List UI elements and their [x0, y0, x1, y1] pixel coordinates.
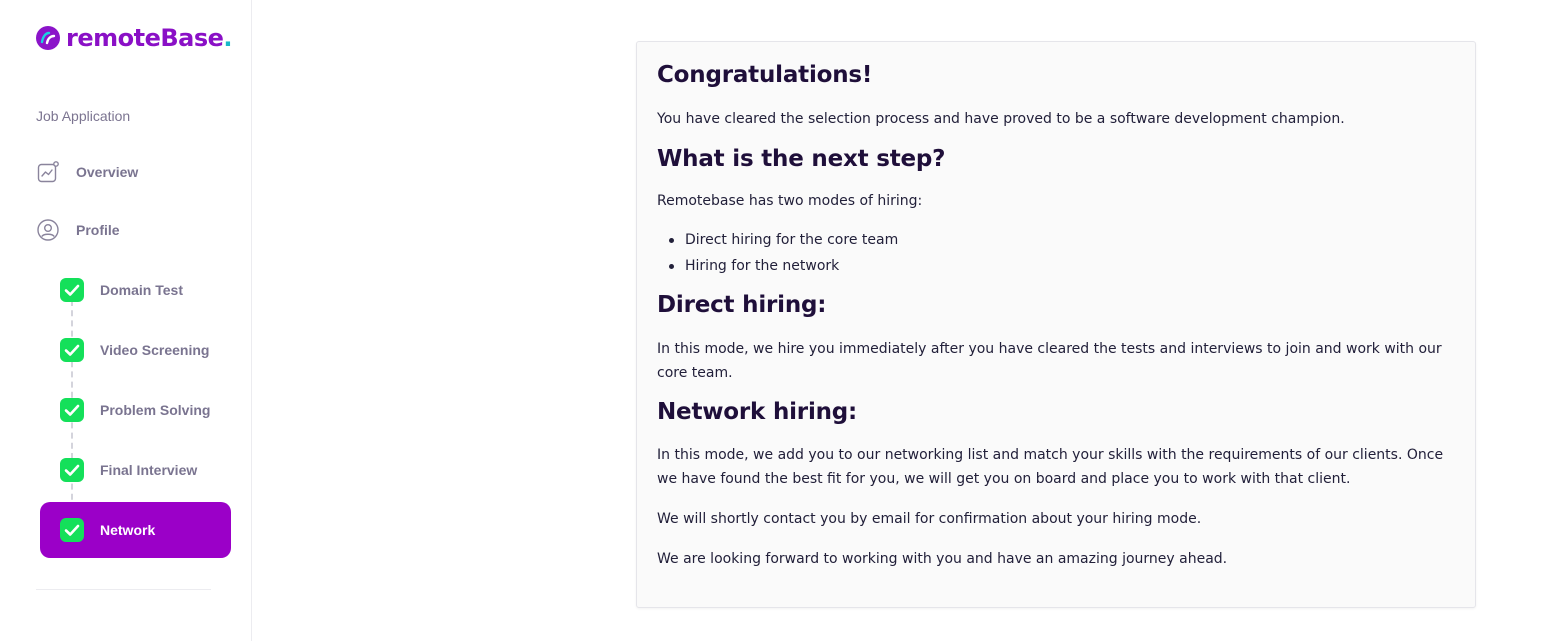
step-network[interactable]: Network [40, 502, 231, 558]
sidebar-item-profile[interactable]: Profile [36, 215, 120, 245]
step-domain-test[interactable]: Domain Test [40, 262, 231, 318]
check-icon [60, 458, 84, 482]
brand-dot: . [223, 24, 233, 52]
direct-hiring-title: Direct hiring: [657, 292, 827, 318]
step-video-screening[interactable]: Video Screening [40, 322, 231, 378]
modes-intro: Remotebase has two modes of hiring: [657, 193, 923, 209]
congrats-text: You have cleared the selection process a… [657, 111, 1345, 127]
contact-text: We will shortly contact you by email for… [657, 511, 1202, 527]
logo-icon [36, 26, 60, 50]
list-item: Direct hiring for the core team [657, 227, 898, 253]
section-label: Job Application [36, 108, 131, 124]
congratulations-card: Congratulations! You have cleared the se… [636, 41, 1476, 608]
step-final-interview[interactable]: Final Interview [40, 442, 231, 498]
check-icon [60, 278, 84, 302]
brand-logo[interactable]: remoteBase. [36, 24, 233, 52]
step-label: Network [100, 522, 156, 538]
check-icon [60, 398, 84, 422]
sidebar: remoteBase. Job Application Overview Pro… [0, 0, 252, 641]
sidebar-divider [36, 589, 211, 590]
step-label: Final Interview [100, 462, 198, 478]
check-icon [60, 338, 84, 362]
check-icon [60, 518, 84, 542]
user-icon [37, 219, 59, 241]
congrats-title: Congratulations! [657, 62, 873, 88]
step-problem-solving[interactable]: Problem Solving [40, 382, 231, 438]
chart-icon [37, 161, 59, 183]
sidebar-item-label: Overview [76, 164, 139, 180]
closing-text: We are looking forward to working with y… [657, 551, 1228, 567]
brand-name: remoteBase [66, 24, 224, 52]
step-label: Problem Solving [100, 402, 211, 418]
hiring-modes-list: Direct hiring for the core team Hiring f… [657, 227, 898, 279]
network-hiring-title: Network hiring: [657, 399, 858, 425]
list-item: Hiring for the network [657, 253, 898, 279]
step-label: Video Screening [100, 342, 210, 358]
sidebar-item-label: Profile [76, 222, 120, 238]
sidebar-item-overview[interactable]: Overview [36, 157, 138, 187]
step-label: Domain Test [100, 282, 183, 298]
next-step-title: What is the next step? [657, 146, 946, 172]
direct-hiring-text: In this mode, we hire you immediately af… [657, 341, 1442, 381]
network-hiring-text: In this mode, we add you to our networki… [657, 447, 1444, 487]
